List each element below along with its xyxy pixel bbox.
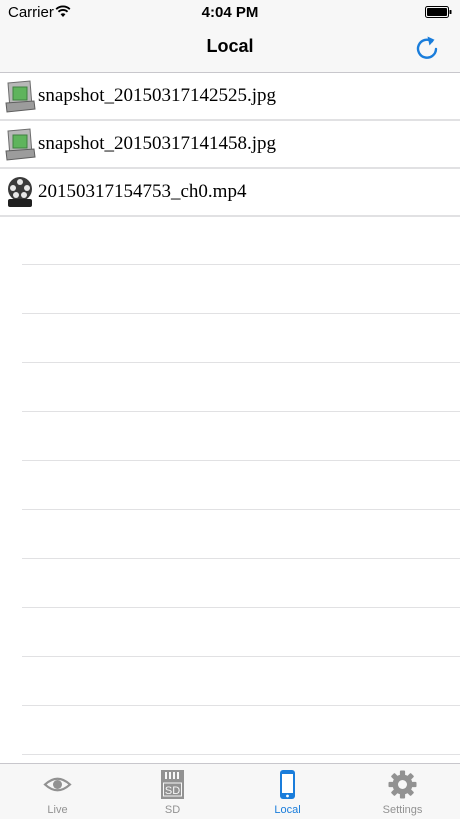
empty-row bbox=[22, 608, 460, 657]
phone-icon bbox=[280, 770, 295, 799]
eye-icon bbox=[43, 777, 72, 792]
image-file-icon bbox=[5, 80, 36, 113]
navigation-bar: Local bbox=[0, 24, 460, 73]
empty-row bbox=[22, 265, 460, 314]
empty-row bbox=[22, 363, 460, 412]
empty-row bbox=[22, 559, 460, 608]
file-name: snapshot_20150317142525.jpg bbox=[38, 85, 277, 106]
tab-label: Settings bbox=[382, 804, 423, 816]
file-list: snapshot_20150317142525.jpg snapshot_201… bbox=[0, 72, 460, 755]
file-name: snapshot_20150317141458.jpg bbox=[38, 133, 277, 154]
status-bar: Carrier 4:04 PM bbox=[0, 0, 460, 24]
sd-card-icon: SD bbox=[161, 770, 184, 799]
empty-row bbox=[22, 412, 460, 461]
list-item[interactable]: snapshot_20150317141458.jpg bbox=[0, 120, 460, 169]
tab-label: Live bbox=[47, 804, 68, 816]
battery-icon bbox=[425, 6, 452, 18]
gear-icon bbox=[388, 770, 417, 799]
file-name: 20150317154753_ch0.mp4 bbox=[38, 181, 247, 202]
empty-row bbox=[22, 510, 460, 559]
list-item[interactable]: snapshot_20150317142525.jpg bbox=[0, 72, 460, 121]
refresh-icon[interactable] bbox=[412, 33, 442, 63]
clock: 4:04 PM bbox=[201, 4, 259, 21]
empty-row bbox=[22, 216, 460, 265]
svg-text:SD: SD bbox=[165, 785, 180, 797]
tab-local[interactable]: Local bbox=[230, 764, 345, 819]
image-file-icon bbox=[5, 128, 36, 161]
empty-row bbox=[22, 314, 460, 363]
tab-label: Local bbox=[274, 804, 301, 816]
tab-bar: Live SD SD Local Settings bbox=[0, 763, 460, 819]
tab-settings[interactable]: Settings bbox=[345, 764, 460, 819]
tab-label: SD bbox=[164, 804, 181, 816]
page-title: Local bbox=[206, 36, 254, 56]
empty-row bbox=[22, 657, 460, 706]
empty-row bbox=[22, 461, 460, 510]
empty-row bbox=[22, 706, 460, 755]
tab-sd[interactable]: SD SD bbox=[115, 764, 230, 819]
list-item[interactable]: 20150317154753_ch0.mp4 bbox=[0, 168, 460, 217]
video-file-icon bbox=[8, 177, 32, 207]
tab-live[interactable]: Live bbox=[0, 764, 115, 819]
